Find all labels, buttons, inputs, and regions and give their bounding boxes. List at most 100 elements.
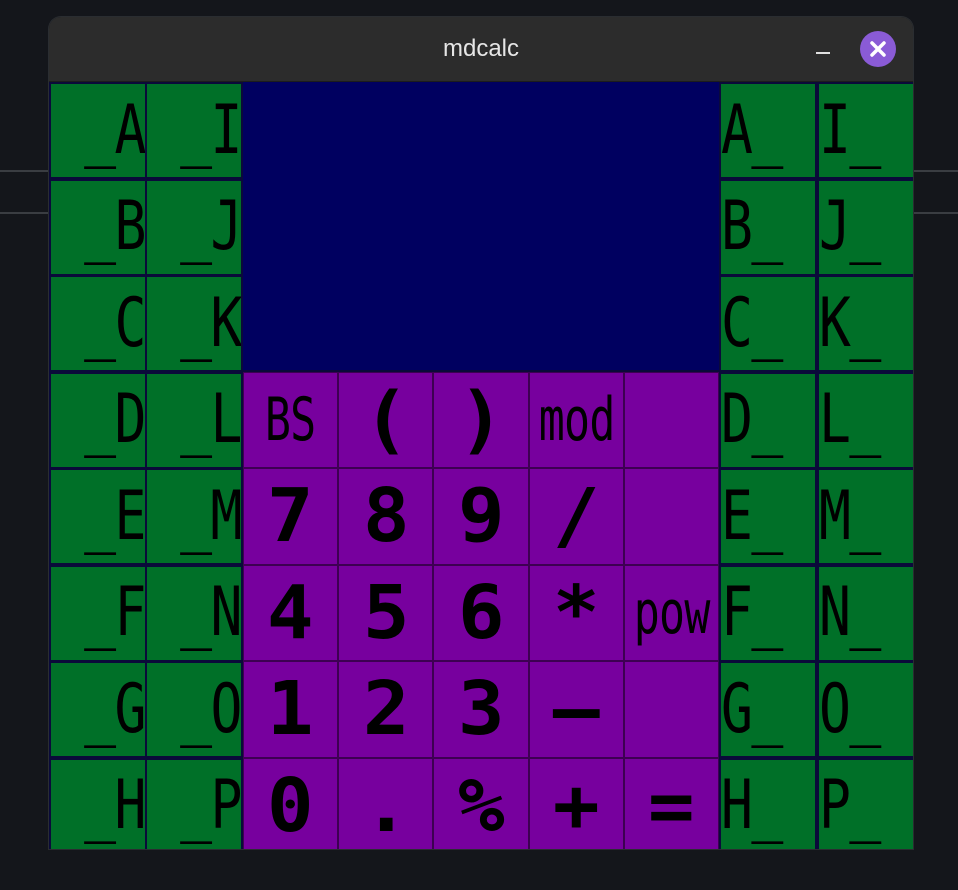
key-label: K_ [819, 283, 881, 363]
left-key-r4-c2[interactable]: _L [147, 373, 241, 467]
left-key-r6-c1[interactable]: _F [51, 566, 145, 660]
open-paren-key[interactable]: ( [338, 371, 434, 468]
window-title: mdcalc [442, 35, 520, 62]
key-label: G_ [721, 669, 783, 749]
right-key-r6-c2[interactable]: N_ [819, 566, 913, 660]
left-key-r5-c1[interactable]: _E [51, 470, 145, 563]
calculator-body: _A _I _B _J _C _K _D _L _E _M _F _N _G _O _H _P A_ I_ B_ J_… [49, 82, 913, 849]
blank-1-key[interactable] [623, 371, 719, 468]
background-divider [0, 170, 49, 172]
key-label: _K [180, 283, 241, 363]
multiply-key[interactable]: * [528, 564, 624, 661]
key-label: _N [180, 573, 241, 652]
key-label: _M [180, 476, 241, 556]
right-key-r5-c2[interactable]: M_ [819, 470, 913, 563]
left-key-r1-c1[interactable]: _A [51, 84, 145, 177]
digit-5-key[interactable]: 5 [338, 564, 434, 661]
background-divider [0, 212, 49, 214]
equals-key[interactable]: = [623, 757, 719, 849]
left-key-r8-c1[interactable]: _H [51, 759, 145, 849]
left-key-r4-c1[interactable]: _D [51, 373, 145, 467]
key-label: P_ [819, 766, 881, 845]
key-label: 6 [457, 569, 505, 656]
key-label: J_ [819, 187, 881, 266]
right-key-r8-c2[interactable]: P_ [819, 759, 913, 849]
key-label: 3 [457, 666, 505, 753]
key-label: 7 [267, 473, 314, 560]
key-label: B_ [721, 187, 783, 266]
mod-key[interactable]: mod [528, 371, 624, 468]
key-label: + [552, 762, 600, 849]
right-key-r3-c1[interactable]: C_ [721, 277, 815, 370]
pow-key[interactable]: pow [623, 564, 719, 661]
key-label: F_ [721, 573, 783, 652]
right-key-r6-c1[interactable]: F_ [721, 566, 815, 660]
left-key-r3-c1[interactable]: _C [51, 277, 145, 370]
subtract-key[interactable]: — [528, 661, 624, 758]
left-key-r2-c1[interactable]: _B [51, 180, 145, 274]
title-bar[interactable]: mdcalc [49, 17, 913, 82]
add-key[interactable]: + [528, 757, 624, 849]
minimize-button[interactable] [811, 39, 835, 63]
left-key-r7-c2[interactable]: _O [147, 663, 241, 756]
blank-2-key[interactable] [623, 468, 719, 565]
backspace-key[interactable]: BS [243, 371, 339, 468]
key-label: _H [84, 766, 145, 845]
key-label: M_ [819, 476, 881, 556]
digit-3-key[interactable]: 3 [433, 661, 529, 758]
key-label: mod [538, 384, 615, 455]
blank-3-key[interactable] [623, 661, 719, 758]
divide-key[interactable]: / [528, 468, 624, 565]
right-key-r4-c1[interactable]: D_ [721, 373, 815, 467]
key-label: _O [180, 669, 241, 749]
key-label: ) [457, 376, 505, 463]
close-button[interactable] [860, 31, 896, 67]
left-key-r8-c2[interactable]: _P [147, 759, 241, 849]
right-key-r7-c1[interactable]: G_ [721, 663, 815, 756]
percent-key[interactable]: % [433, 757, 529, 849]
key-label: D_ [721, 380, 783, 459]
digit-4-key[interactable]: 4 [243, 564, 339, 661]
key-label: _E [84, 476, 145, 556]
key-label: ( [362, 376, 410, 463]
right-key-r2-c2[interactable]: J_ [819, 180, 913, 274]
key-label: _J [180, 187, 241, 266]
digit-8-key[interactable]: 8 [338, 468, 434, 565]
key-label: A_ [721, 90, 783, 170]
digit-6-key[interactable]: 6 [433, 564, 529, 661]
key-label: _D [84, 380, 145, 459]
minimize-icon [816, 52, 830, 54]
right-key-r5-c1[interactable]: E_ [721, 470, 815, 563]
key-label: 8 [362, 473, 410, 560]
digit-7-key[interactable]: 7 [243, 468, 339, 565]
right-key-r1-c1[interactable]: A_ [721, 84, 815, 177]
right-key-r8-c1[interactable]: H_ [721, 759, 815, 849]
digit-1-key[interactable]: 1 [243, 661, 339, 758]
key-label: 2 [362, 666, 410, 753]
digit-0-key[interactable]: 0 [243, 757, 339, 849]
key-label: = [647, 762, 695, 849]
key-label: BS [265, 384, 316, 455]
left-key-r1-c2[interactable]: _I [147, 84, 241, 177]
right-key-r3-c2[interactable]: K_ [819, 277, 913, 370]
left-key-r6-c2[interactable]: _N [147, 566, 241, 660]
left-key-r5-c2[interactable]: _M [147, 470, 241, 563]
key-label: C_ [721, 283, 783, 363]
digit-9-key[interactable]: 9 [433, 468, 529, 565]
digit-2-key[interactable]: 2 [338, 661, 434, 758]
left-key-r7-c1[interactable]: _G [51, 663, 145, 756]
right-key-r7-c2[interactable]: O_ [819, 663, 913, 756]
key-label: / [552, 473, 600, 560]
key-label: O_ [819, 669, 881, 749]
key-label: 4 [267, 569, 314, 656]
right-key-r2-c1[interactable]: B_ [721, 180, 815, 274]
decimal-point-key[interactable]: . [338, 757, 434, 849]
right-key-r1-c2[interactable]: I_ [819, 84, 913, 177]
close-paren-key[interactable]: ) [433, 371, 529, 468]
left-key-r2-c2[interactable]: _J [147, 180, 241, 274]
key-label: 0 [267, 762, 314, 849]
key-label: _A [84, 90, 145, 170]
left-key-r3-c2[interactable]: _K [147, 277, 241, 370]
right-key-r4-c2[interactable]: L_ [819, 373, 913, 467]
key-label: 9 [457, 473, 505, 560]
